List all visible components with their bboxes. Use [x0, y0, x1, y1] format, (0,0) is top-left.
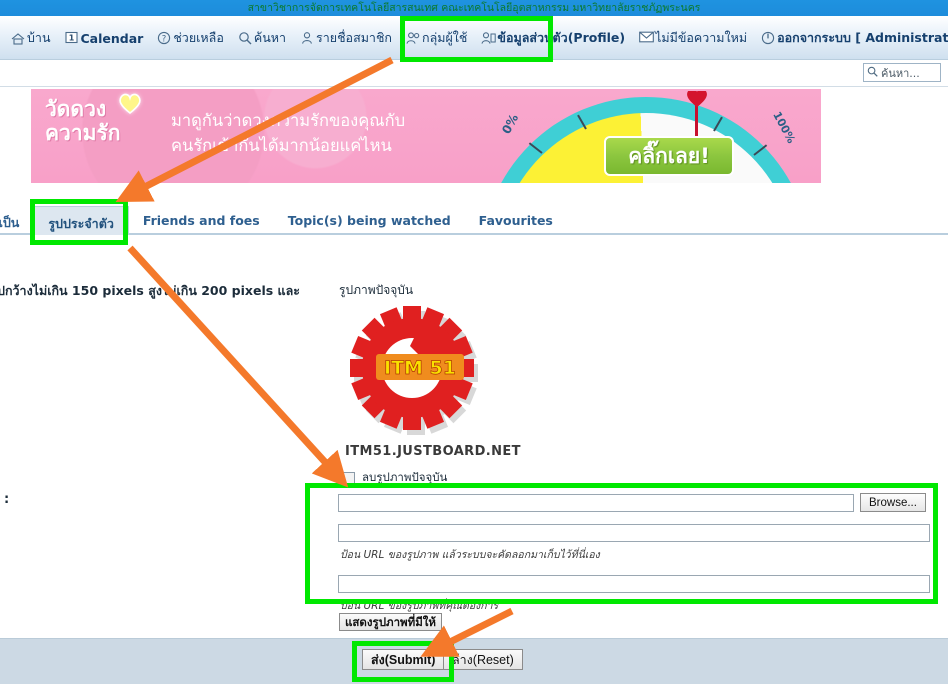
avatar-url-hint-1: ป้อน URL ของรูปภาพ แล้วระบบจะคัดลอกมาเก็…	[340, 549, 600, 561]
avatar-file-input[interactable]	[338, 493, 854, 512]
magnifier-icon	[867, 66, 878, 80]
tab-friends-and-foes[interactable]: Friends and foes	[129, 206, 274, 235]
group-icon	[406, 31, 420, 45]
nav-item-home-label: บ้าน	[27, 30, 51, 45]
svg-text:1: 1	[68, 34, 74, 43]
tab-display-settings[interactable]: ...ายเป็น	[0, 206, 33, 235]
ad-click-button-label: คลิ๊กเลย!	[628, 143, 710, 168]
current-avatar-image: ITM 51	[336, 304, 488, 436]
current-image-label: รูปภาพปัจจุบัน	[339, 283, 414, 297]
nav-item-calendar-label: Calendar	[80, 30, 144, 46]
home-icon	[11, 31, 25, 45]
profile-tabstrip: ...ายเป็น รูปประจำตัว Friends and foes T…	[0, 206, 948, 235]
gauge-min-label: 0%	[499, 111, 522, 137]
nav-item-search-label: ค้นหา	[253, 30, 287, 45]
tab-favourites-label: Favourites	[478, 213, 553, 228]
gauge-max-label: 100%	[770, 109, 798, 146]
heart-icon	[117, 91, 143, 115]
tab-topics-watched-label: Topic(s) being watched	[287, 213, 451, 228]
reset-button[interactable]: ล้าง(Reset)	[443, 649, 523, 670]
nav-item-usergroups-label: กลุ่มผู้ใช้	[422, 30, 468, 45]
needle-heart-icon	[684, 91, 710, 109]
tab-avatar-label: รูปประจำตัว	[48, 216, 114, 231]
profile-icon	[481, 31, 497, 45]
mail-icon	[639, 31, 654, 45]
page-root: สาขาวิชาการจัดการเทคโนโลยีสารสนเทศ คณะเท…	[0, 0, 948, 684]
tab-avatar[interactable]: รูปประจำตัว	[33, 206, 129, 235]
main-navigation: บ้าน 1 Calendar ? ช่วยเหลือ ค้นหา รายชื่…	[0, 16, 948, 60]
nav-item-logout[interactable]: ออกจากระบบ [ Administrator ]	[754, 16, 948, 60]
nav-item-calendar[interactable]: 1 Calendar	[58, 16, 151, 60]
delete-avatar-label: ลบรูปภาพปัจจุบัน	[362, 470, 448, 484]
field-spacer-1	[338, 512, 934, 521]
avatar-caption: ITM51.JUSTBOARD.NET	[345, 444, 521, 459]
ad-copy-line2: คนรักเข้ากันได้มากน้อยแค่ไหน	[171, 135, 392, 155]
avatar-url-hint-2: ป้อน URL ของรูปภาพที่คุณต้องการ	[340, 600, 499, 612]
nav-item-messages-label: ไม่มีข้อความใหม่	[655, 30, 748, 45]
tab-friends-and-foes-label: Friends and foes	[142, 213, 260, 228]
show-gallery-button[interactable]: แสดงรูปภาพที่มีให้	[339, 613, 442, 631]
tab-display-settings-label: ...ายเป็น	[0, 215, 20, 230]
nav-item-memberlist[interactable]: รายชื่อสมาชิก	[293, 16, 399, 60]
nav-item-profile[interactable]: ข้อมูลส่วนตัว(Profile)	[474, 16, 632, 60]
ad-copy: มาดูกันว่าดวงความรักของคุณกับ คนรักเข้าก…	[171, 109, 501, 159]
help-icon: ?	[157, 31, 171, 45]
user-icon	[300, 31, 314, 45]
nav-item-help-label: ช่วยเหลือ	[173, 30, 224, 45]
ad-background: วัดดวง ความรัก มาดูกันว่าดวงความรักของคุ…	[31, 89, 821, 183]
tab-topics-watched[interactable]: Topic(s) being watched	[274, 206, 465, 235]
ad-click-button[interactable]: คลิ๊กเลย!	[604, 136, 734, 176]
avatar-badge-text: ITM 51	[384, 357, 456, 379]
nav-item-memberlist-label: รายชื่อสมาชิก	[316, 30, 393, 45]
site-banner-text: สาขาวิชาการจัดการเทคโนโลยีสารสนเทศ คณะเท…	[247, 2, 701, 14]
ad-title-line2: ความรัก	[45, 121, 121, 146]
url-field-1-group: ป้อน URL ของรูปภาพ แล้วระบบจะคัดลอกมาเก็…	[338, 521, 934, 563]
site-banner: สาขาวิชาการจัดการเทคโนโลยีสารสนเทศ คณะเท…	[0, 0, 948, 16]
nav-items: บ้าน 1 Calendar ? ช่วยเหลือ ค้นหา รายชื่…	[4, 16, 948, 60]
power-icon	[761, 31, 775, 45]
search-input[interactable]: ค้นหา...	[863, 63, 941, 82]
svg-text:?: ?	[162, 34, 167, 44]
avatar-size-note: คุณ รูปกว้างไม่เกิน 150 pixels สูงไม่เกิ…	[0, 283, 300, 298]
nav-item-help[interactable]: ? ช่วยเหลือ	[150, 16, 231, 60]
field-spacer-2	[338, 563, 934, 572]
calendar-icon: 1	[64, 31, 79, 45]
nav-item-profile-label: ข้อมูลส่วนตัว(Profile)	[497, 30, 626, 45]
search-icon	[238, 31, 252, 45]
nav-item-usergroups[interactable]: กลุ่มผู้ใช้	[399, 16, 474, 60]
file-upload-row: Browse...	[338, 493, 934, 512]
submit-button[interactable]: ส่ง(Submit)	[362, 649, 445, 670]
nav-item-messages[interactable]: ไม่มีข้อความใหม่	[632, 16, 754, 60]
url-field-2-group: ป้อน URL ของรูปภาพที่คุณต้องการ	[338, 572, 934, 614]
avatar-url-input-1[interactable]	[338, 524, 930, 542]
search-row: ค้นหา...	[0, 60, 948, 87]
avatar-upload-fields: Browse... ป้อน URL ของรูปภาพ แล้วระบบจะค…	[338, 493, 934, 614]
avatar-url-input-2[interactable]	[338, 575, 930, 593]
nav-item-search[interactable]: ค้นหา	[231, 16, 293, 60]
field-row-colon: :	[4, 492, 10, 507]
tab-favourites[interactable]: Favourites	[465, 206, 567, 235]
advertisement-banner[interactable]: วัดดวง ความรัก มาดูกันว่าดวงความรักของคุ…	[31, 89, 821, 183]
delete-avatar-row[interactable]: ลบรูปภาพปัจจุบัน	[343, 469, 447, 487]
nav-item-home[interactable]: บ้าน	[4, 16, 58, 60]
browse-button[interactable]: Browse...	[860, 493, 926, 512]
search-placeholder: ค้นหา...	[881, 66, 920, 80]
nav-item-logout-label: ออกจากระบบ [ Administrator ]	[777, 30, 948, 45]
ad-copy-line1: มาดูกันว่าดวงความรักของคุณกับ	[171, 111, 406, 130]
delete-avatar-checkbox[interactable]	[343, 472, 355, 484]
profile-tabs: ...ายเป็น รูปประจำตัว Friends and foes T…	[0, 206, 567, 235]
